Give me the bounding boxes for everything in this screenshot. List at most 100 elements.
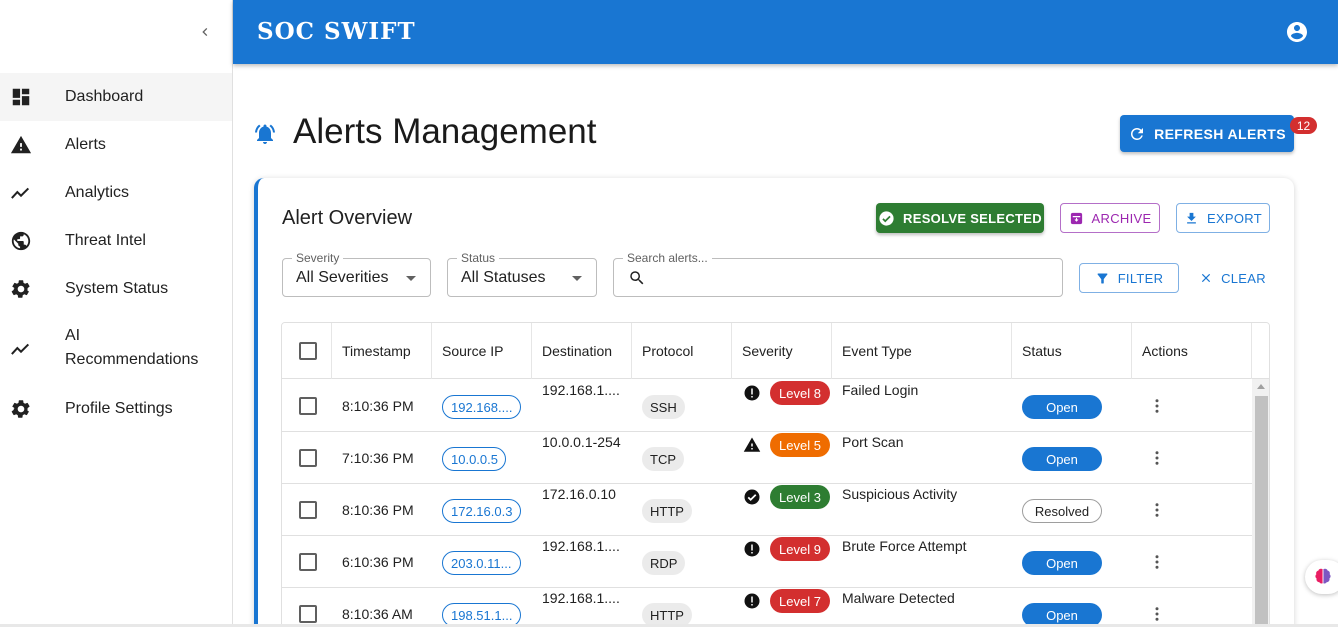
globe-icon [10, 230, 32, 252]
severity-chip: Level 8 [770, 381, 830, 405]
sidebar-item-label: Alerts [65, 136, 106, 153]
sidebar-item-system-status[interactable]: System Status [0, 265, 232, 313]
row-checkbox[interactable] [299, 501, 317, 519]
sidebar-item-label-line2: Recommendations [65, 351, 199, 368]
account-icon[interactable] [1285, 20, 1309, 44]
event-type-cell: Failed Login [842, 382, 919, 398]
column-header-severity[interactable]: Severity [732, 323, 832, 379]
source-ip-chip[interactable]: 203.0.11... [442, 551, 521, 575]
column-header-status[interactable]: Status [1012, 323, 1132, 379]
export-label: EXPORT [1206, 210, 1263, 226]
export-button[interactable]: EXPORT [1176, 203, 1270, 233]
sidebar: Dashboard Alerts Analytics Threat Intel [0, 0, 233, 627]
error-icon [743, 592, 761, 610]
header-select-cell [282, 323, 332, 379]
row-checkbox[interactable] [299, 553, 317, 571]
dashboard-icon [10, 86, 32, 108]
protocol-chip: TCP [642, 447, 684, 471]
refresh-alerts-button[interactable]: REFRESH ALERTS [1120, 115, 1294, 152]
filter-icon [1095, 271, 1110, 286]
resolve-selected-label: RESOLVE SELECTED [903, 210, 1042, 226]
table-row[interactable]: 8:10:36 PM 172.16.0.3 172.16.0.10 HTTP L… [282, 484, 1252, 536]
filter-button[interactable]: FILTER [1079, 263, 1179, 293]
search-input[interactable]: Search alerts... [613, 251, 1063, 297]
table-row[interactable]: 6:10:36 PM 203.0.11... 192.168.1.... RDP… [282, 536, 1252, 588]
table-header: Timestamp Source IP Destination Protocol… [282, 323, 1269, 379]
row-checkbox[interactable] [299, 605, 317, 623]
destination-cell: 192.168.1.... [542, 538, 620, 554]
column-header-event-type[interactable]: Event Type [832, 323, 1012, 379]
gear-icon [10, 398, 32, 420]
scroll-up-arrow-icon[interactable] [1257, 384, 1265, 389]
column-header-source-ip[interactable]: Source IP [432, 323, 532, 379]
ai-assistant-button[interactable] [1305, 560, 1338, 594]
more-vert-icon[interactable] [1145, 550, 1169, 574]
app-bar: SOC SWIFT [233, 0, 1338, 64]
event-type-cell: Suspicious Activity [842, 486, 958, 502]
destination-cell: 172.16.0.10 [542, 486, 616, 502]
sidebar-item-dashboard[interactable]: Dashboard [0, 73, 232, 121]
row-checkbox[interactable] [299, 449, 317, 467]
sidebar-item-alerts[interactable]: Alerts [0, 121, 232, 169]
timestamp-cell: 8:10:36 PM [342, 398, 414, 414]
sidebar-item-threat-intel[interactable]: Threat Intel [0, 217, 232, 265]
refresh-icon [1128, 125, 1146, 143]
close-icon [1199, 271, 1213, 285]
card-title: Alert Overview [282, 207, 413, 229]
column-header-actions: Actions [1132, 323, 1252, 379]
download-icon [1184, 211, 1199, 226]
more-vert-icon[interactable] [1145, 602, 1169, 626]
more-vert-icon[interactable] [1145, 446, 1169, 470]
severity-chip: Level 7 [770, 589, 830, 613]
resolve-selected-button[interactable]: RESOLVE SELECTED [876, 203, 1044, 233]
protocol-chip: HTTP [642, 499, 692, 523]
sidebar-item-analytics[interactable]: Analytics [0, 169, 232, 217]
gear-icon [10, 278, 32, 300]
status-chip[interactable]: Resolved [1022, 499, 1102, 523]
source-ip-chip[interactable]: 172.16.0.3 [442, 499, 521, 523]
status-select[interactable]: Status All Statuses [447, 251, 597, 297]
sidebar-item-profile-settings[interactable]: Profile Settings [0, 385, 232, 433]
archive-button[interactable]: ARCHIVE [1060, 203, 1160, 233]
severity-select-value: All Severities [296, 269, 389, 286]
row-checkbox[interactable] [299, 397, 317, 415]
more-vert-icon[interactable] [1145, 394, 1169, 418]
archive-icon [1069, 211, 1084, 226]
refresh-alerts-label: REFRESH ALERTS [1154, 125, 1286, 142]
source-ip-chip[interactable]: 192.168.... [442, 395, 521, 419]
archive-label: ARCHIVE [1091, 210, 1152, 226]
brand-title: SOC SWIFT [257, 18, 416, 45]
more-vert-icon[interactable] [1145, 498, 1169, 522]
protocol-chip: SSH [642, 395, 685, 419]
clear-button[interactable]: CLEAR [1195, 263, 1270, 293]
search-icon [628, 269, 646, 287]
sidebar-item-label: Profile Settings [65, 400, 173, 417]
collapse-sidebar-icon[interactable] [195, 22, 215, 42]
severity-select[interactable]: Severity All Severities [282, 251, 431, 297]
table-row[interactable]: 7:10:36 PM 10.0.0.5 10.0.0.1-254 TCP Lev… [282, 432, 1252, 484]
status-chip[interactable]: Open [1022, 395, 1102, 419]
sidebar-item-label: Dashboard [65, 88, 144, 105]
select-all-checkbox[interactable] [299, 342, 317, 360]
status-chip[interactable]: Open [1022, 447, 1102, 471]
timestamp-cell: 8:10:36 AM [342, 606, 413, 622]
sidebar-item-label: System Status [65, 280, 169, 297]
source-ip-chip[interactable]: 10.0.0.5 [442, 447, 506, 471]
dropdown-arrow-icon [406, 276, 416, 281]
column-header-protocol[interactable]: Protocol [632, 323, 732, 379]
table-scrollbar-thumb[interactable] [1255, 396, 1268, 626]
warning-icon [10, 134, 32, 156]
column-header-destination[interactable]: Destination [532, 323, 632, 379]
sidebar-item-ai-recommendations[interactable]: AI Recommendations [0, 313, 232, 385]
event-type-cell: Port Scan [842, 434, 904, 450]
app-root: Dashboard Alerts Analytics Threat Intel [0, 0, 1338, 627]
table-row[interactable]: 8:10:36 AM 198.51.1... 192.168.1.... HTT… [282, 588, 1252, 626]
error-icon [743, 540, 761, 558]
column-header-timestamp[interactable]: Timestamp [332, 323, 432, 379]
status-chip[interactable]: Open [1022, 551, 1102, 575]
table-row[interactable]: 8:10:36 PM 192.168.... 192.168.1.... SSH… [282, 380, 1252, 432]
timestamp-cell: 6:10:36 PM [342, 554, 414, 570]
severity-chip: Level 9 [770, 537, 830, 561]
timestamp-cell: 8:10:36 PM [342, 502, 414, 518]
status-select-value: All Statuses [461, 269, 546, 286]
